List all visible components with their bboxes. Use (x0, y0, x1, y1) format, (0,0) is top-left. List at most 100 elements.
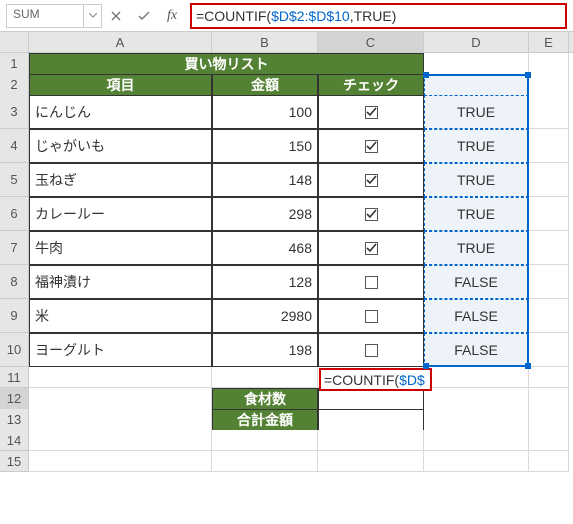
row-header[interactable]: 8 (0, 265, 29, 299)
cell[interactable] (529, 197, 569, 231)
accept-formula-button[interactable] (130, 4, 158, 28)
cell[interactable] (424, 53, 529, 75)
linked-value[interactable]: TRUE (424, 231, 529, 265)
insert-function-button[interactable]: fx (158, 4, 186, 28)
item-name[interactable]: 牛肉 (29, 231, 212, 265)
item-amount[interactable]: 298 (212, 197, 318, 231)
cancel-formula-button[interactable] (102, 4, 130, 28)
cell[interactable] (529, 409, 569, 431)
cell[interactable] (529, 163, 569, 197)
item-name[interactable]: カレールー (29, 197, 212, 231)
cell[interactable] (529, 129, 569, 163)
cell[interactable] (212, 367, 318, 388)
select-all-corner[interactable] (0, 32, 29, 52)
checkbox[interactable] (365, 140, 378, 153)
row-header[interactable]: 7 (0, 231, 29, 265)
cell[interactable] (424, 430, 529, 451)
cell[interactable] (529, 451, 569, 472)
name-box[interactable]: SUM (6, 4, 84, 28)
item-name[interactable]: にんじん (29, 95, 212, 129)
cell[interactable] (424, 409, 529, 431)
cell[interactable] (29, 451, 212, 472)
checkbox[interactable] (365, 344, 378, 357)
item-check-cell[interactable] (318, 95, 424, 129)
selection-handle[interactable] (525, 72, 531, 78)
item-amount[interactable]: 148 (212, 163, 318, 197)
row-header[interactable]: 13 (0, 409, 29, 431)
checkbox[interactable] (365, 242, 378, 255)
column-header[interactable]: E (529, 32, 569, 52)
header-amount[interactable]: 金額 (212, 74, 318, 96)
cell[interactable] (212, 430, 318, 451)
row-header[interactable]: 2 (0, 74, 29, 96)
item-check-cell[interactable] (318, 163, 424, 197)
cell[interactable] (529, 388, 569, 410)
row-header[interactable]: 14 (0, 430, 29, 451)
checkbox[interactable] (365, 208, 378, 221)
item-amount[interactable]: 198 (212, 333, 318, 367)
header-check[interactable]: チェック (318, 74, 424, 96)
cell[interactable] (424, 367, 529, 388)
item-amount[interactable]: 128 (212, 265, 318, 299)
summary-count-value[interactable] (318, 388, 424, 410)
cell[interactable] (212, 451, 318, 472)
cell[interactable] (529, 430, 569, 451)
item-check-cell[interactable] (318, 265, 424, 299)
linked-value[interactable]: TRUE (424, 197, 529, 231)
item-check-cell[interactable] (318, 197, 424, 231)
cell[interactable] (318, 430, 424, 451)
row-header[interactable]: 11 (0, 367, 29, 388)
item-name[interactable]: 福神漬け (29, 265, 212, 299)
column-header[interactable]: B (212, 32, 318, 52)
linked-value[interactable]: FALSE (424, 265, 529, 299)
cell[interactable] (529, 333, 569, 367)
cell[interactable] (424, 74, 529, 96)
selection-handle[interactable] (423, 72, 429, 78)
row-header[interactable]: 12 (0, 388, 29, 410)
row-header[interactable]: 4 (0, 129, 29, 163)
summary-total-label[interactable]: 合計金額 (212, 409, 318, 431)
cell[interactable] (318, 451, 424, 472)
header-item[interactable]: 項目 (29, 74, 212, 96)
summary-total-value[interactable] (318, 409, 424, 431)
checkbox[interactable] (365, 276, 378, 289)
linked-value[interactable]: TRUE (424, 129, 529, 163)
item-name[interactable]: 玉ねぎ (29, 163, 212, 197)
row-header[interactable]: 9 (0, 299, 29, 333)
item-name[interactable]: じゃがいも (29, 129, 212, 163)
item-amount[interactable]: 100 (212, 95, 318, 129)
item-check-cell[interactable] (318, 231, 424, 265)
cell[interactable] (529, 299, 569, 333)
row-header[interactable]: 1 (0, 53, 29, 75)
column-header[interactable]: D (424, 32, 529, 52)
item-name[interactable]: 米 (29, 299, 212, 333)
row-header[interactable]: 5 (0, 163, 29, 197)
item-check-cell[interactable] (318, 333, 424, 367)
linked-value[interactable]: TRUE (424, 95, 529, 129)
cell[interactable] (529, 95, 569, 129)
checkbox[interactable] (365, 310, 378, 323)
linked-value[interactable]: FALSE (424, 299, 529, 333)
table-title[interactable]: 買い物リスト (29, 53, 424, 75)
checkbox[interactable] (365, 106, 378, 119)
selection-handle[interactable] (423, 363, 429, 369)
row-header[interactable]: 10 (0, 333, 29, 367)
cell[interactable] (29, 388, 212, 410)
cell[interactable] (424, 388, 529, 410)
name-box-dropdown[interactable] (84, 4, 102, 28)
item-name[interactable]: ヨーグルト (29, 333, 212, 367)
cell[interactable] (29, 430, 212, 451)
selection-handle[interactable] (525, 363, 531, 369)
active-cell-editor[interactable]: =COUNTIF($D$ (319, 368, 432, 391)
cell[interactable] (29, 409, 212, 431)
row-header[interactable]: 6 (0, 197, 29, 231)
item-amount[interactable]: 468 (212, 231, 318, 265)
column-header[interactable]: C (318, 32, 424, 52)
summary-count-label[interactable]: 食材数 (212, 388, 318, 410)
cell[interactable] (529, 231, 569, 265)
formula-input[interactable]: =COUNTIF($D$2:$D$10,TRUE) (196, 8, 561, 24)
cell[interactable] (529, 265, 569, 299)
cell[interactable] (529, 367, 569, 388)
item-amount[interactable]: 2980 (212, 299, 318, 333)
row-header[interactable]: 3 (0, 95, 29, 129)
